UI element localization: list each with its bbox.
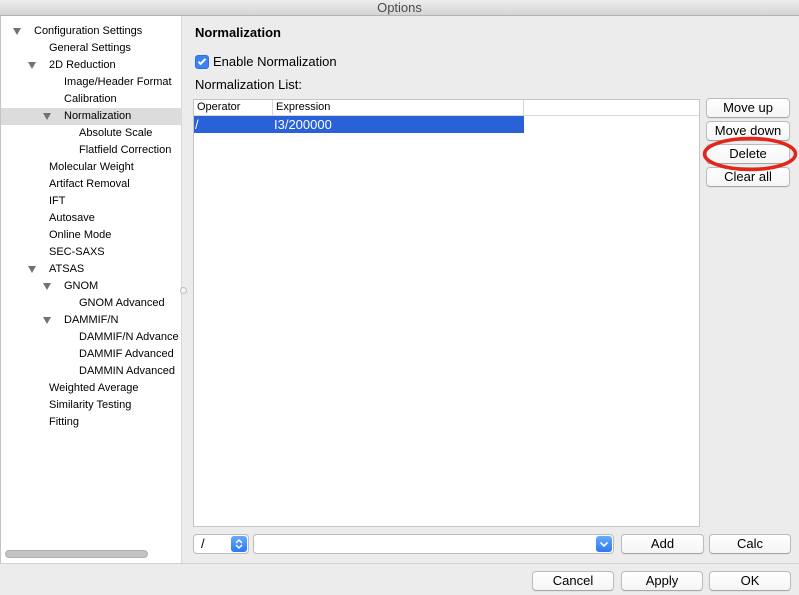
tree-item-label: Configuration Settings xyxy=(34,25,143,37)
operator-cell: / xyxy=(195,117,199,132)
expression-combo[interactable] xyxy=(253,534,614,554)
delete-button[interactable]: Delete xyxy=(706,144,790,164)
tree-item-fitting[interactable]: Fitting xyxy=(1,414,181,431)
table-header: Operator Expression xyxy=(194,100,699,116)
tree-item-dammif-advanced[interactable]: DAMMIF Advanced xyxy=(1,346,181,363)
tree-item-label: Autosave xyxy=(49,212,95,224)
tree-item-flatfield-correction[interactable]: Flatfield Correction xyxy=(1,142,181,159)
tree-item-atsas[interactable]: ATSAS xyxy=(1,261,181,278)
tree-item-label: Flatfield Correction xyxy=(79,144,172,156)
checkmark-icon xyxy=(197,56,207,66)
tree-item-configuration-settings[interactable]: Configuration Settings xyxy=(1,23,181,40)
clear-all-button[interactable]: Clear all xyxy=(706,167,790,187)
tree-item-label: SEC-SAXS xyxy=(49,246,105,258)
tree-item-gnom-advanced[interactable]: GNOM Advanced xyxy=(1,295,181,312)
window-title-bar[interactable]: Options xyxy=(0,0,799,16)
normalization-list-label: Normalization List: xyxy=(195,77,302,92)
tree-item-label: DAMMIF Advanced xyxy=(79,348,174,360)
tree-item-label: DAMMIF/N Advance xyxy=(79,331,179,343)
footer-divider xyxy=(0,563,799,564)
tree-item-dammif-n[interactable]: DAMMIF/N xyxy=(1,312,181,329)
tree-item-label: Normalization xyxy=(64,110,132,122)
horizontal-scrollbar[interactable] xyxy=(5,550,148,558)
tree-item-label: 2D Reduction xyxy=(49,59,116,71)
enable-normalization-label[interactable]: Enable Normalization xyxy=(213,54,337,70)
window-title: Options xyxy=(377,0,422,15)
tree-item-gnom[interactable]: GNOM xyxy=(1,278,181,295)
add-button[interactable]: Add xyxy=(621,534,704,554)
tree-item-label: Absolute Scale xyxy=(79,127,153,139)
triangle-down-icon[interactable] xyxy=(28,266,36,273)
tree-item-weighted-average[interactable]: Weighted Average xyxy=(1,380,181,397)
move-down-button[interactable]: Move down xyxy=(706,121,790,141)
triangle-down-icon[interactable] xyxy=(43,317,51,324)
tree-item-label: Calibration xyxy=(64,93,117,105)
tree-item-label: ATSAS xyxy=(49,263,85,275)
page-title: Normalization xyxy=(195,25,281,40)
updown-chevron-icon[interactable] xyxy=(231,536,247,552)
tree-item-label: Molecular Weight xyxy=(49,161,134,173)
triangle-down-icon[interactable] xyxy=(13,28,21,35)
tree-item-image-header-format[interactable]: Image/Header Format xyxy=(1,74,181,91)
column-header-operator[interactable]: Operator xyxy=(194,100,273,115)
enable-normalization-checkbox[interactable] xyxy=(195,55,209,69)
tree-item-label: IFT xyxy=(49,195,66,207)
tree-item-online-mode[interactable]: Online Mode xyxy=(1,227,181,244)
tree-item-label: GNOM Advanced xyxy=(79,297,165,309)
tree-item-ift[interactable]: IFT xyxy=(1,193,181,210)
tree-item-label: General Settings xyxy=(49,42,131,54)
tree-item-general-settings[interactable]: General Settings xyxy=(1,40,181,57)
splitter-grip-icon[interactable] xyxy=(180,287,187,294)
tree-item-label: Online Mode xyxy=(49,229,112,241)
tree-item-dammif-n-advanced[interactable]: DAMMIF/N Advance xyxy=(1,329,181,346)
operator-select[interactable]: / xyxy=(193,534,249,554)
triangle-down-icon[interactable] xyxy=(43,113,51,120)
tree-item-calibration[interactable]: Calibration xyxy=(1,91,181,108)
tree-item-dammin-advanced[interactable]: DAMMIN Advanced xyxy=(1,363,181,380)
tree-item-label: DAMMIF/N xyxy=(64,314,119,326)
tree-item-autosave[interactable]: Autosave xyxy=(1,210,181,227)
operator-select-value: / xyxy=(201,536,205,551)
apply-button[interactable]: Apply xyxy=(621,571,703,591)
tree-item-normalization[interactable]: Normalization xyxy=(1,108,181,125)
tree-item-label: DAMMIN Advanced xyxy=(79,365,175,377)
tree-item-label: Artifact Removal xyxy=(49,178,130,190)
chevron-down-icon[interactable] xyxy=(596,536,612,552)
normalization-list[interactable]: Operator Expression / I3/200000 xyxy=(193,99,700,527)
tree-item-similarity-testing[interactable]: Similarity Testing xyxy=(1,397,181,414)
column-header-expression[interactable]: Expression xyxy=(273,100,524,115)
settings-tree[interactable]: Configuration Settings General Settings … xyxy=(0,16,182,563)
tree-item-artifact-removal[interactable]: Artifact Removal xyxy=(1,176,181,193)
tree-item-sec-saxs[interactable]: SEC-SAXS xyxy=(1,244,181,261)
cancel-button[interactable]: Cancel xyxy=(532,571,614,591)
tree-item-molecular-weight[interactable]: Molecular Weight xyxy=(1,159,181,176)
tree-item-2d-reduction[interactable]: 2D Reduction xyxy=(1,57,181,74)
tree-item-label: Similarity Testing xyxy=(49,399,132,411)
triangle-down-icon[interactable] xyxy=(28,62,36,69)
tree-item-label: Fitting xyxy=(49,416,79,428)
tree-item-label: Image/Header Format xyxy=(64,76,172,88)
calc-button[interactable]: Calc xyxy=(709,534,791,554)
tree-item-absolute-scale[interactable]: Absolute Scale xyxy=(1,125,181,142)
move-up-button[interactable]: Move up xyxy=(706,98,790,118)
table-row[interactable]: / I3/200000 xyxy=(194,116,524,133)
tree-item-label: GNOM xyxy=(64,280,99,292)
expression-cell: I3/200000 xyxy=(274,117,332,132)
triangle-down-icon[interactable] xyxy=(43,283,51,290)
tree-item-label: Weighted Average xyxy=(49,382,139,394)
ok-button[interactable]: OK xyxy=(709,571,791,591)
